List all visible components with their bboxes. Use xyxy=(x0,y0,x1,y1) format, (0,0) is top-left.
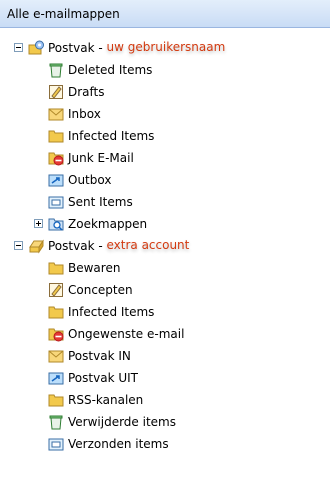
account-2-separator: - xyxy=(94,239,107,253)
folder-label: Drafts xyxy=(68,85,105,99)
inbox-icon xyxy=(48,108,64,121)
collapse-account-1-toggle[interactable] xyxy=(14,43,23,52)
folder-item[interactable]: Junk E-Mail xyxy=(48,147,134,169)
folder-pane-header: Alle e-mailmappen xyxy=(0,0,330,28)
sent-items-icon xyxy=(48,196,64,209)
folder-item[interactable]: Inbox xyxy=(48,103,101,125)
deleted-items-icon xyxy=(49,63,63,78)
folder-icon xyxy=(48,130,64,143)
folder-label: Postvak UIT xyxy=(68,371,138,385)
folder-label: Outbox xyxy=(68,173,112,187)
folder-icon xyxy=(48,394,64,407)
folder-item[interactable]: Verwijderde items xyxy=(48,411,176,433)
folder-label: Verzonden items xyxy=(68,437,169,451)
drafts-icon xyxy=(49,283,63,297)
folder-item[interactable]: Bewaren xyxy=(48,257,120,279)
folder-item[interactable]: Verzonden items xyxy=(48,433,169,455)
account-1-mailbox[interactable]: Postvak - uw gebruikersnaam xyxy=(28,37,225,59)
folder-item[interactable]: Infected Items xyxy=(48,301,154,323)
outbox-icon xyxy=(48,372,64,385)
search-folders-label: Zoekmappen xyxy=(68,217,148,231)
deleted-items-icon xyxy=(49,415,63,430)
folder-item[interactable]: Postvak UIT xyxy=(48,367,138,389)
folder-item[interactable]: Drafts xyxy=(48,81,105,103)
folder-label: Verwijderde items xyxy=(68,415,176,429)
folder-label: Concepten xyxy=(68,283,133,297)
folder-label: Sent Items xyxy=(68,195,133,209)
folder-icon xyxy=(48,306,64,319)
account-2-name: Postvak xyxy=(48,239,95,253)
inbox-icon xyxy=(48,350,64,363)
folder-icon xyxy=(48,262,64,275)
mailbox-stack-icon xyxy=(29,239,44,254)
outbox-icon xyxy=(48,174,64,187)
collapse-account-2-toggle[interactable] xyxy=(14,241,23,250)
folder-label: Deleted Items xyxy=(68,63,153,77)
expand-search-folders-toggle[interactable] xyxy=(34,219,43,228)
folder-label: Postvak IN xyxy=(68,349,131,363)
account-2-name-suffix: extra account xyxy=(106,238,190,252)
folder-label: Infected Items xyxy=(68,129,155,143)
account-1-name: Postvak xyxy=(48,41,95,55)
folder-item[interactable]: Deleted Items xyxy=(48,59,152,81)
search-folders-item[interactable]: Zoekmappen xyxy=(48,213,147,235)
folder-item[interactable]: Postvak IN xyxy=(48,345,131,367)
junk-mail-icon xyxy=(48,152,64,166)
folder-item[interactable]: RSS-kanalen xyxy=(48,389,143,411)
folder-item[interactable]: Concepten xyxy=(48,279,133,301)
account-1-separator: - xyxy=(94,41,107,55)
folder-label: RSS-kanalen xyxy=(68,393,144,407)
sent-items-icon xyxy=(48,438,64,451)
account-1-username: uw gebruikersnaam xyxy=(106,40,226,54)
folder-label: Ongewenste e-mail xyxy=(68,327,185,341)
folder-item[interactable]: Infected Items xyxy=(48,125,154,147)
folder-label: Junk E-Mail xyxy=(68,151,134,165)
folder-label: Bewaren xyxy=(68,261,121,275)
folder-label: Infected Items xyxy=(68,305,155,319)
drafts-icon xyxy=(49,85,63,99)
folder-pane-title: Alle e-mailmappen xyxy=(7,7,120,21)
junk-mail-icon xyxy=(48,328,64,342)
mailbox-personal-icon xyxy=(28,40,44,55)
folder-item[interactable]: Ongewenste e-mail xyxy=(48,323,184,345)
folder-item[interactable]: Outbox xyxy=(48,169,111,191)
folder-item[interactable]: Sent Items xyxy=(48,191,133,213)
folder-label: Inbox xyxy=(68,107,101,121)
search-folders-icon xyxy=(48,218,64,231)
account-2-mailbox[interactable]: Postvak - extra account xyxy=(28,235,189,257)
